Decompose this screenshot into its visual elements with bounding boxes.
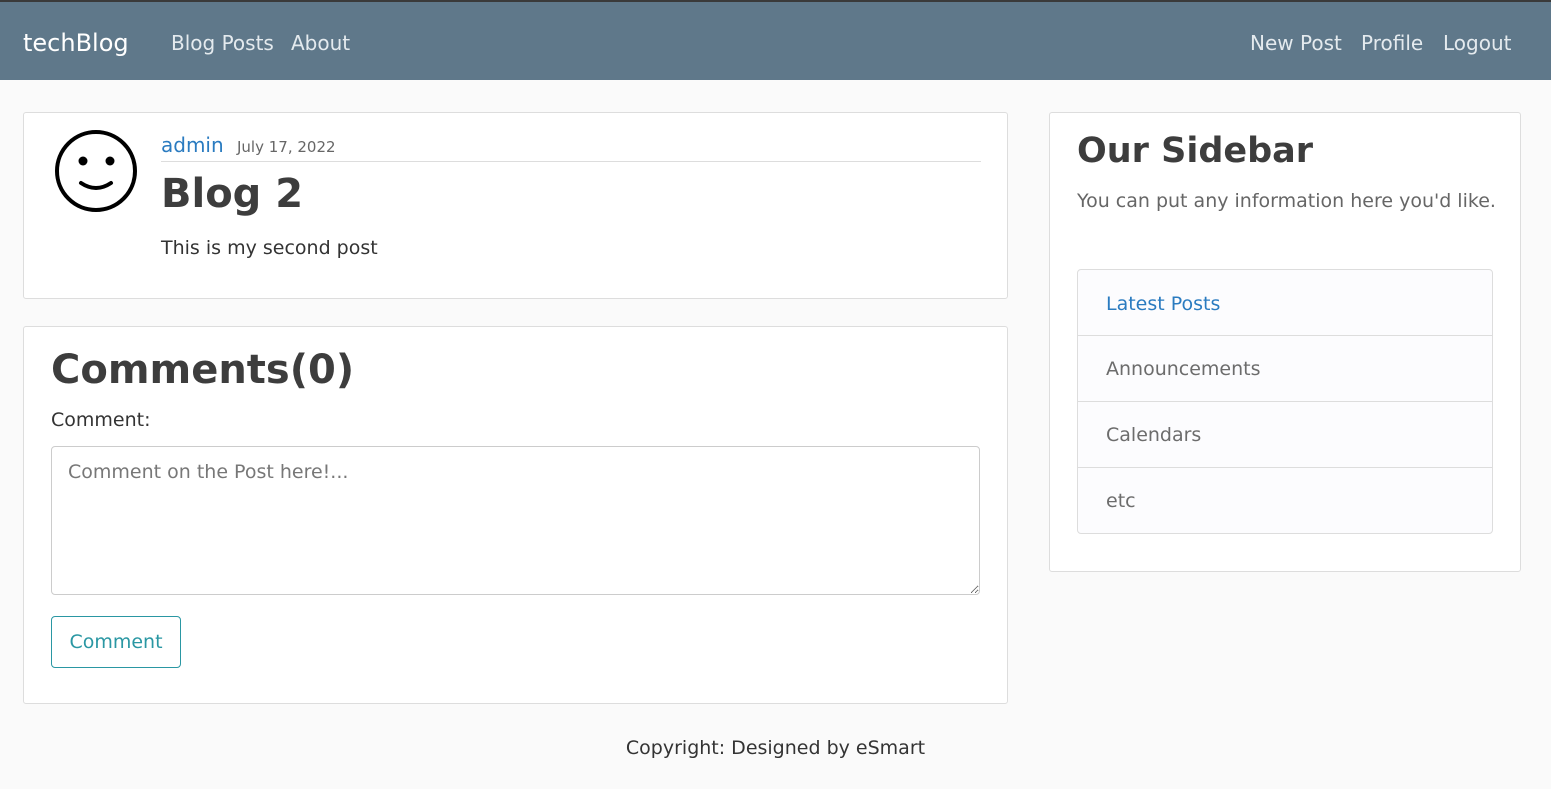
sidebar-item-announcements[interactable]: Announcements — [1078, 335, 1492, 401]
nav-link-logout[interactable]: Logout — [1443, 30, 1511, 56]
brand-link[interactable]: techBlog — [23, 27, 129, 59]
navbar: techBlog Blog Posts About New Post Profi… — [0, 2, 1551, 80]
sidebar-title: Our Sidebar — [1077, 131, 1314, 171]
post-title: Blog 2 — [161, 171, 304, 217]
comment-label: Comment: — [51, 409, 151, 431]
smiley-face-icon — [55, 130, 137, 212]
sidebar-description: You can put any information here you'd l… — [1077, 190, 1496, 212]
post-date: July 17, 2022 — [237, 138, 336, 156]
sidebar-item-latest-posts[interactable]: Latest Posts — [1078, 270, 1492, 335]
post-divider — [161, 161, 981, 162]
post-author-link[interactable]: admin — [161, 132, 224, 158]
nav-link-profile[interactable]: Profile — [1361, 30, 1423, 56]
post-card: admin July 17, 2022 Blog 2 This is my se… — [23, 112, 1008, 299]
sidebar-item-etc[interactable]: etc — [1078, 467, 1492, 533]
nav-link-blog-posts[interactable]: Blog Posts — [171, 30, 274, 56]
comment-textarea[interactable] — [51, 446, 980, 595]
comments-card: Comments(0) Comment: Comment — [23, 326, 1008, 704]
nav-link-new-post[interactable]: New Post — [1250, 30, 1342, 56]
footer-copyright: Copyright: Designed by eSmart — [625, 737, 926, 759]
comment-submit-button[interactable]: Comment — [51, 616, 181, 668]
sidebar-list: Latest Posts Announcements Calendars etc — [1077, 269, 1493, 534]
sidebar-item-calendars[interactable]: Calendars — [1078, 401, 1492, 467]
comments-title: Comments(0) — [51, 347, 355, 393]
sidebar-card: Our Sidebar You can put any information … — [1049, 112, 1521, 572]
nav-link-about[interactable]: About — [291, 30, 350, 56]
post-body: This is my second post — [161, 237, 378, 259]
